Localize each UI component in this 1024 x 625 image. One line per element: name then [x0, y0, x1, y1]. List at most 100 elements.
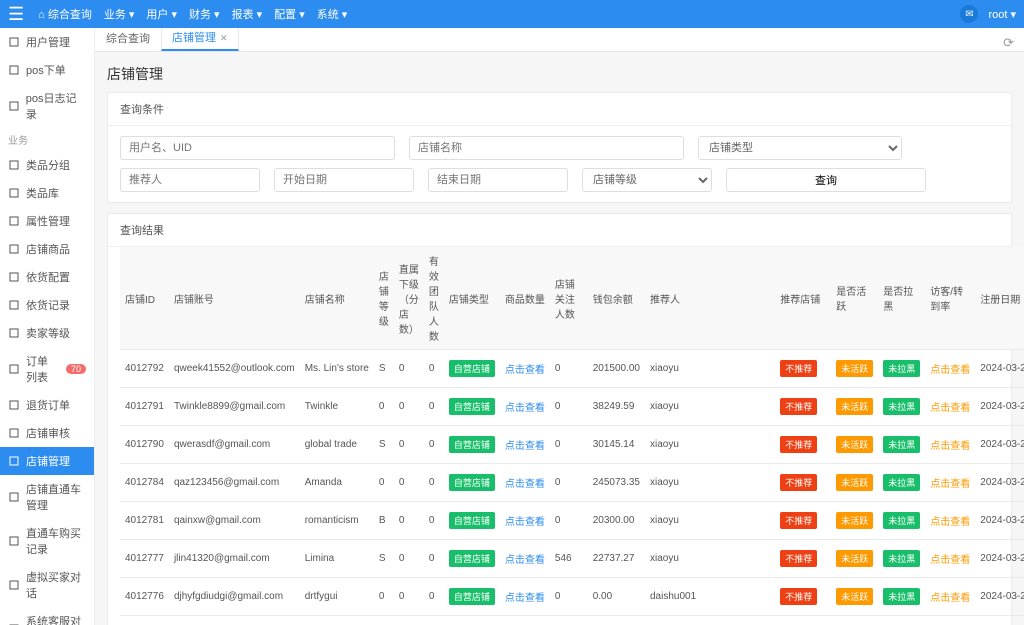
visit-link[interactable]: 点击查看 — [930, 555, 970, 566]
sidebar-item[interactable]: 订单列表70 — [0, 347, 94, 391]
sidebar-item[interactable]: 店铺审核 — [0, 419, 94, 447]
sidebar-item-label: 依货记录 — [26, 297, 70, 313]
sidebar-item[interactable]: 店铺直通车管理 — [0, 475, 94, 519]
query-button[interactable]: 查询 — [726, 168, 926, 192]
cell-black: 未拉黑 — [878, 502, 925, 540]
prod-link[interactable]: 点击查看 — [505, 593, 545, 604]
prod-link[interactable]: 点击查看 — [505, 441, 545, 452]
nav-icon — [8, 243, 20, 255]
sidebar-item[interactable]: 系统客服对话 — [0, 607, 94, 625]
top-menu-home[interactable]: ⌂ 综合查询 — [38, 6, 92, 22]
shop-level-select[interactable]: 店铺等级 — [582, 168, 712, 192]
sidebar-item[interactable]: 依货记录 — [0, 291, 94, 319]
prod-link[interactable]: 点击查看 — [505, 365, 545, 376]
sidebar-item[interactable]: 属性管理 — [0, 207, 94, 235]
sidebar-item-label: 系统客服对话 — [26, 613, 86, 625]
cell-id: 4012784 — [120, 464, 169, 502]
sidebar-pos-log[interactable]: pos日志记录 — [0, 84, 94, 128]
prod-link[interactable]: 点击查看 — [505, 403, 545, 414]
cell-visit: 点击查看 — [925, 616, 975, 625]
nav-icon — [8, 271, 20, 283]
cell-id: 4012776 — [120, 578, 169, 616]
start-date-input[interactable] — [274, 168, 414, 192]
active-tag: 未活跃 — [836, 360, 873, 377]
cell-prod: 点击查看 — [500, 464, 550, 502]
user-dropdown[interactable]: root ▾ — [988, 8, 1016, 21]
referrer-input[interactable] — [120, 168, 260, 192]
cell-prod: 点击查看 — [500, 616, 550, 625]
cell-visit: 点击查看 — [925, 388, 975, 426]
visit-link[interactable]: 点击查看 — [930, 517, 970, 528]
visit-link[interactable]: 点击查看 — [930, 365, 970, 376]
cell-sub: 0 — [394, 540, 424, 578]
cell-type: 自营店铺 — [444, 502, 500, 540]
refresh-icon[interactable]: ⟳ — [993, 35, 1024, 51]
visit-link[interactable]: 点击查看 — [930, 403, 970, 414]
tab-close-icon[interactable]: ✕ — [220, 33, 228, 43]
sidebar-item-label: 订单列表 — [26, 353, 57, 385]
sidebar-user-mgmt[interactable]: 用户管理 — [0, 28, 94, 56]
sidebar-item-label: 属性管理 — [26, 213, 70, 229]
sidebar-item[interactable]: 卖家等级 — [0, 319, 94, 347]
sidebar-item-label: 店铺直通车管理 — [26, 481, 86, 513]
visit-link[interactable]: 点击查看 — [930, 441, 970, 452]
table-row: 4012792qweek41552@outlook.comMs. Lin's s… — [120, 350, 1024, 388]
cell-black: 未拉黑 — [878, 540, 925, 578]
type-tag: 自营店铺 — [449, 550, 495, 567]
cell-active: 未活跃 — [831, 502, 878, 540]
cell-name: fasf — [300, 616, 374, 625]
visit-link[interactable]: 点击查看 — [930, 593, 970, 604]
cell-date: 2024-03-29T08:26:55 — [975, 350, 1024, 388]
sidebar-item[interactable]: 依货配置 — [0, 263, 94, 291]
shop-type-select[interactable]: 店铺类型 — [698, 136, 902, 160]
cell-acc: Twinkle8899@gmail.com — [169, 388, 300, 426]
end-date-input[interactable] — [428, 168, 568, 192]
nav-icon — [8, 399, 20, 411]
top-menu-report[interactable]: 报表 ▾ — [232, 6, 263, 22]
sidebar-item[interactable]: 店铺商品 — [0, 235, 94, 263]
cell-black: 未拉黑 — [878, 578, 925, 616]
cell-date: 2024-03-28T05:05:02 — [975, 616, 1024, 625]
sidebar-item[interactable]: 类品库 — [0, 179, 94, 207]
top-menu-biz[interactable]: 业务 ▾ — [104, 6, 135, 22]
tab-home[interactable]: 综合查询 — [95, 28, 161, 51]
results-panel-title: 查询结果 — [108, 214, 1011, 247]
sidebar-item[interactable]: 店铺管理 — [0, 447, 94, 475]
shop-name-input[interactable] — [409, 136, 684, 160]
type-tag: 自营店铺 — [449, 398, 495, 415]
cell-team: 0 — [424, 540, 444, 578]
black-tag: 未拉黑 — [883, 398, 920, 415]
table-row: 4012781qainxw@gmail.comromanticismB00自营店… — [120, 502, 1024, 540]
tab-shop-mgmt[interactable]: 店铺管理✕ — [161, 28, 239, 51]
table-header: 店铺等级 — [374, 247, 394, 350]
sidebar-item[interactable]: 直通车购买记录 — [0, 519, 94, 563]
user-input[interactable] — [120, 136, 395, 160]
sidebar-item[interactable]: 退货订单 — [0, 391, 94, 419]
top-menu-sys[interactable]: 系统 ▾ — [317, 6, 348, 22]
cell-prod: 点击查看 — [500, 350, 550, 388]
sidebar: 用户管理 pos下单 pos日志记录 业务 类品分组类品库属性管理店铺商品依货配… — [0, 28, 95, 625]
visit-link[interactable]: 点击查看 — [930, 479, 970, 490]
prod-link[interactable]: 点击查看 — [505, 517, 545, 528]
cell-black: 未拉黑 — [878, 350, 925, 388]
top-menu-config[interactable]: 配置 ▾ — [274, 6, 305, 22]
table-header: 推荐店铺 — [775, 247, 831, 350]
sidebar-pos-order[interactable]: pos下单 — [0, 56, 94, 84]
cell-name: drtfygui — [300, 578, 374, 616]
message-icon[interactable]: ✉ — [960, 5, 978, 23]
cell-id: 4012792 — [120, 350, 169, 388]
top-menu-user[interactable]: 用户 ▾ — [146, 6, 177, 22]
top-menu-fin[interactable]: 财务 ▾ — [189, 6, 220, 22]
cell-rec: daishu001 — [645, 578, 775, 616]
cell-follow: 0 — [550, 350, 588, 388]
hamburger-icon[interactable]: ☰ — [8, 4, 24, 25]
prod-link[interactable]: 点击查看 — [505, 555, 545, 566]
cell-rec: xiaoyu — [645, 502, 775, 540]
sidebar-item[interactable]: 类品分组 — [0, 151, 94, 179]
prod-link[interactable]: 点击查看 — [505, 479, 545, 490]
cell-visit: 点击查看 — [925, 578, 975, 616]
sidebar-item[interactable]: 虚拟买家对话 — [0, 563, 94, 607]
cell-date: 2024-03-28T07:24:53 — [975, 578, 1024, 616]
cell-active: 未活跃 — [831, 464, 878, 502]
results-table: 店铺ID店铺账号店铺名称店铺等级直属下级（分店数）有效团队人数店铺类型商品数量店… — [120, 247, 1024, 625]
